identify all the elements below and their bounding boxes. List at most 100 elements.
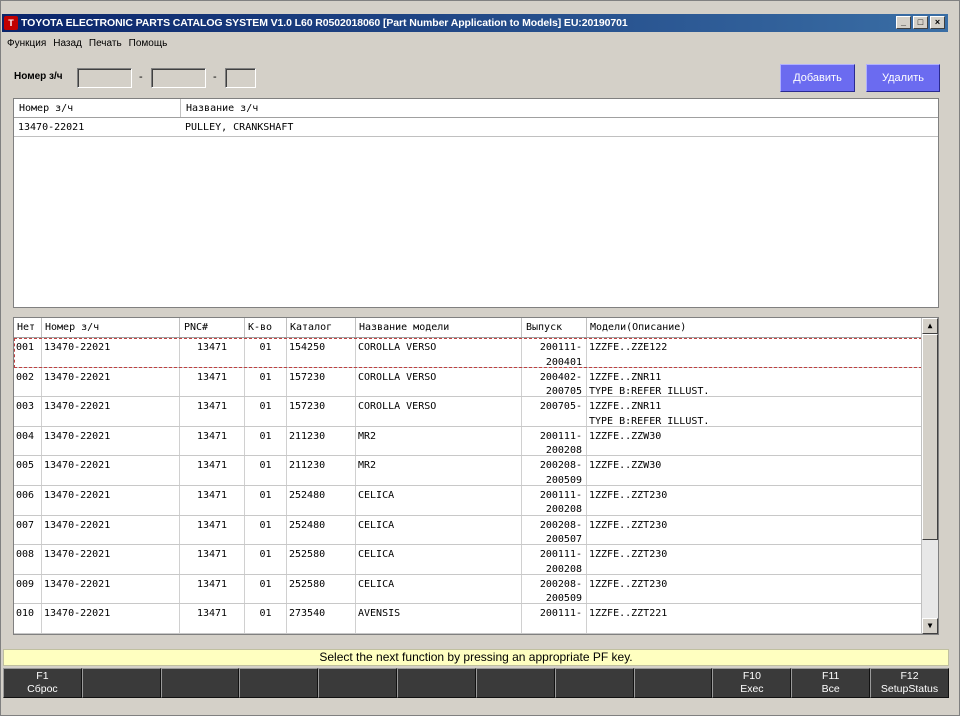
row-number-cell: 002 [14, 367, 42, 397]
quantity-cell: 01 [245, 338, 287, 367]
model-name-cell: COROLLA VERSO [356, 367, 522, 397]
release-cell: 200705- [522, 397, 587, 426]
fkey-empty-5[interactable] [318, 668, 398, 698]
release-cell: 200111- 200208 [522, 545, 587, 574]
part-number-field-3[interactable] [225, 68, 256, 88]
catalog-cell: 252480 [287, 485, 356, 515]
pnc-cell: 13471 [180, 515, 245, 545]
quantity-cell: 01 [245, 485, 287, 515]
menu-back[interactable]: Назад [53, 38, 82, 49]
menu-help[interactable]: Помощь [129, 38, 168, 49]
fkey-f1[interactable]: F1 Сброс [3, 668, 82, 698]
model-desc-cell: 1ZZFE..ZZT230 [589, 489, 668, 501]
part-number-field-2[interactable] [151, 68, 206, 88]
table-row[interactable]: 008 13470-22021 13471 01 252580 CELICA 200111-… [14, 545, 922, 575]
table-row[interactable]: 005 13470-22021 13471 01 211230 MR2 200208- 20… [14, 456, 922, 486]
row-number-cell: 001 [14, 338, 42, 367]
table-row[interactable]: 010 13470-22021 13471 01 273540 AVENSIS 200111… [14, 604, 922, 634]
menu-function[interactable]: Функция [7, 38, 46, 49]
catalog-cell: 252580 [287, 574, 356, 604]
pnc-cell: 13471 [180, 456, 245, 485]
parts-table-header: Номер з/ч Название з/ч [14, 99, 938, 118]
release-cell: 200111- 200208 [522, 426, 587, 456]
minimize-button[interactable]: _ [896, 16, 911, 29]
model-desc-cell: 1ZZFE..ZZT221 [589, 608, 668, 620]
col-part-number[interactable]: Номер з/ч [42, 318, 180, 337]
quantity-cell: 01 [245, 367, 287, 397]
fkey-f11[interactable]: F11 Все [791, 668, 871, 698]
menu-print[interactable]: Печать [89, 38, 122, 49]
fkey-empty-9[interactable] [633, 668, 713, 698]
model-name-cell: AVENSIS [356, 604, 522, 633]
close-button[interactable]: × [930, 16, 945, 29]
arrow-down-icon[interactable]: ▼ [922, 618, 938, 634]
table-row[interactable]: 13470-22021 PULLEY, CRANKSHAFT [14, 119, 938, 137]
col-pnc[interactable]: PNC# [180, 318, 245, 337]
part-number-cell: 13470-22021 [18, 122, 85, 133]
model-desc-cell: 1ZZFE..ZZW30 [589, 460, 662, 472]
row-number-cell: 009 [14, 574, 42, 604]
col-release[interactable]: Выпуск [522, 318, 587, 337]
separator: - [139, 71, 143, 83]
model-desc-cell: 1ZZFE..ZNR11 TYPE B:REFER ILLUST. [589, 401, 710, 426]
function-key-bar: F1 Сброс F10 Exec F11 Все F12 SetupStatus [3, 668, 949, 698]
col-part-name[interactable]: Название з/ч [181, 99, 938, 117]
model-name-cell: CELICA [356, 545, 522, 574]
model-name-cell: MR2 [356, 456, 522, 485]
quantity-cell: 01 [245, 397, 287, 426]
fkey-empty-7[interactable] [475, 668, 555, 698]
fkey-empty-6[interactable] [397, 668, 476, 698]
part-number-cell: 13470-22021 [42, 485, 180, 515]
scrollbar-thumb[interactable] [922, 334, 938, 540]
col-model-name[interactable]: Название модели [356, 318, 522, 337]
pnc-cell: 13471 [180, 545, 245, 574]
model-desc-cell: 1ZZFE..ZZT230 [589, 578, 668, 590]
table-row[interactable]: 007 13470-22021 13471 01 252480 CELICA 200208-… [14, 515, 922, 546]
row-number-cell: 008 [14, 545, 42, 574]
part-number-cell: 13470-22021 [42, 545, 180, 574]
part-number-cell: 13470-22021 [42, 338, 180, 367]
maximize-button[interactable]: □ [913, 16, 928, 29]
arrow-up-icon[interactable]: ▲ [922, 318, 938, 334]
table-row[interactable]: 004 13470-22021 13471 01 211230 MR2 200111- 20… [14, 426, 922, 457]
vertical-scrollbar[interactable]: ▲ ▼ [921, 318, 938, 634]
table-row[interactable]: 002 13470-22021 13471 01 157230 COROLLA VERSO… [14, 367, 922, 398]
part-number-cell: 13470-22021 [42, 604, 180, 633]
window-controls: _ □ × [896, 16, 945, 29]
col-catalog[interactable]: Каталог [287, 318, 356, 337]
fkey-empty-2[interactable] [81, 668, 161, 698]
models-table-header: Нет Номер з/ч PNC# К-во Каталог Название… [14, 318, 922, 338]
model-desc-cell: 1ZZFE..ZZE122 [589, 342, 668, 353]
quantity-cell: 01 [245, 545, 287, 574]
pnc-cell: 13471 [180, 604, 245, 633]
col-no[interactable]: Нет [14, 318, 42, 337]
fkey-f10[interactable]: F10 Exec [712, 668, 792, 698]
pnc-cell: 13471 [180, 397, 245, 426]
delete-button[interactable]: Удалить [866, 64, 940, 92]
catalog-cell: 157230 [287, 397, 356, 426]
fkey-empty-3[interactable] [160, 668, 240, 698]
table-row[interactable]: 009 13470-22021 13471 01 252580 CELICA 200208-… [14, 574, 922, 605]
col-models-desc[interactable]: Модели(Описание) [587, 318, 922, 337]
table-row[interactable]: 001 13470-22021 13471 01 154250 COROLLA VERSO… [14, 338, 922, 368]
fkey-empty-8[interactable] [554, 668, 634, 698]
release-cell: 200208- 200509 [522, 456, 587, 485]
part-number-label: Номер з/ч [14, 71, 63, 82]
fkey-empty-4[interactable] [239, 668, 319, 698]
table-row[interactable]: 006 13470-22021 13471 01 252480 CELICA 200111-… [14, 485, 922, 516]
table-row[interactable]: 003 13470-22021 13471 01 157230 COROLLA VERSO… [14, 397, 922, 427]
col-part-number[interactable]: Номер з/ч [14, 99, 181, 117]
fkey-label: Сброс [27, 683, 58, 695]
toyota-logo-icon: T [4, 16, 18, 30]
quantity-cell: 01 [245, 426, 287, 456]
fkey-f12[interactable]: F12 SetupStatus [870, 668, 949, 698]
part-number-cell: 13470-22021 [42, 456, 180, 485]
col-qty[interactable]: К-во [245, 318, 287, 337]
row-number-cell: 010 [14, 604, 42, 633]
model-name-cell: MR2 [356, 426, 522, 456]
release-cell: 200402- 200705 [522, 367, 587, 397]
part-number-field-1[interactable] [77, 68, 132, 88]
add-button[interactable]: Добавить [780, 64, 855, 92]
window-title: TOYOTA ELECTRONIC PARTS CATALOG SYSTEM V… [21, 17, 628, 29]
fkey-label: SetupStatus [880, 683, 939, 695]
